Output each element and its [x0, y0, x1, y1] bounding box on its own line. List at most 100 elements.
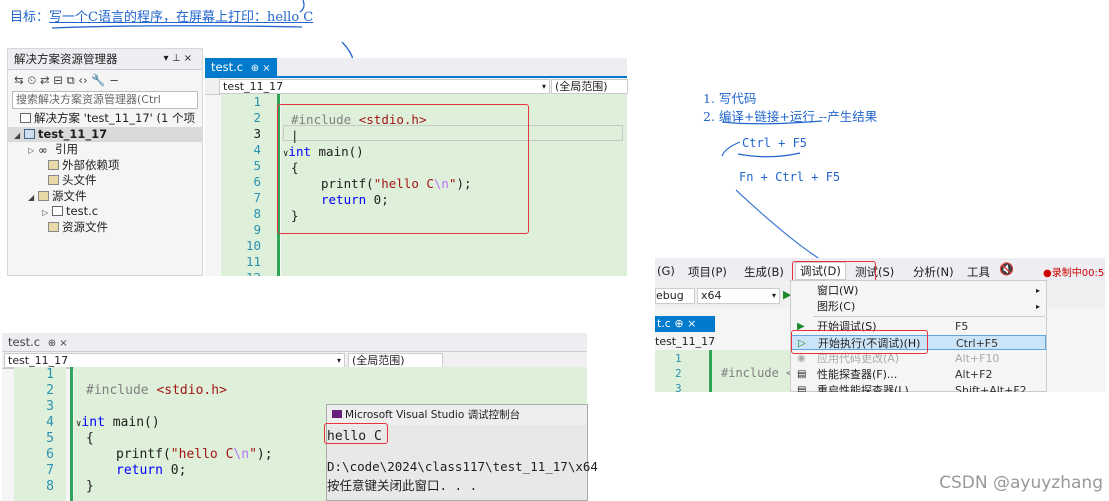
watermark: CSDN @ayuyzhang	[939, 473, 1103, 493]
range-dropdown[interactable]: (全局范围)	[551, 79, 628, 94]
mini-tab[interactable]: t.c ⊕ ×	[655, 316, 715, 332]
collapse-icon[interactable]: ⊟	[53, 73, 63, 87]
line-number: 5	[253, 158, 261, 173]
tree-project[interactable]: ◢ test_11_17	[8, 126, 202, 143]
collapsed-icon[interactable]: ▷	[42, 205, 52, 220]
line-number: 4	[253, 142, 261, 157]
scope-dropdown-2[interactable]: test_11_17 ▾	[4, 353, 345, 368]
line-number: 6	[253, 174, 261, 189]
console-output-highlight	[324, 423, 388, 444]
code-line-main-2: ∨int main()	[76, 415, 160, 430]
step-2: 2. 编译+链接+运行 --产生结果	[703, 109, 878, 124]
menu-build[interactable]: 生成(B)	[744, 264, 784, 280]
code-line-open-brace-2: {	[86, 431, 94, 446]
console-prompt: 按任意键关闭此窗口. . .	[327, 478, 478, 493]
tree-item-source-files[interactable]: ◢ 源文件	[8, 189, 202, 205]
chevron-down-icon: ▾	[336, 356, 341, 365]
goal-label: 目标：	[10, 10, 50, 25]
solution-explorer-controls[interactable]: ▾ ⊥ ×	[164, 49, 192, 69]
tab-test-c-2[interactable]: test.c ⊕ ×	[2, 333, 74, 351]
solution-search-input[interactable]: 搜索解决方案资源管理器(Ctrl	[12, 91, 198, 109]
step-1: 1. 写代码	[703, 91, 757, 106]
line-number: 10	[245, 238, 261, 253]
tab-test-c[interactable]: test.c ⊕ ×	[205, 58, 277, 76]
refresh-icon[interactable]: ⇄	[40, 73, 50, 87]
line-number: 3	[46, 399, 54, 414]
code-line-include-2: #include <stdio.h>	[86, 383, 227, 398]
code-highlight-box	[277, 104, 529, 234]
editor-tabbar: test.c ⊕ ×	[205, 58, 627, 78]
tree-item-header-files[interactable]: 头文件	[8, 173, 202, 189]
tree-item-resource-files[interactable]: 资源文件	[8, 220, 202, 236]
code-icon[interactable]: ‹›	[78, 73, 87, 87]
line-number: 3	[253, 126, 261, 141]
menu-separator	[813, 316, 1045, 317]
start-without-debug-highlight	[791, 330, 928, 354]
expanded-icon[interactable]: ◢	[14, 128, 24, 143]
code-line-printf-2: printf("hello C\n");	[116, 447, 273, 462]
menu-item-performance-profiler[interactable]: ▤ 性能探查器(F)... Alt+F2	[791, 367, 1046, 382]
external-deps-icon	[48, 159, 59, 170]
menu-item-window[interactable]: 窗口(W) ▸	[791, 283, 1046, 298]
console-titlebar[interactable]: Microsoft Visual Studio 调试控制台	[327, 405, 587, 425]
tree-solution[interactable]: 解决方案 'test_11_17' (1 个项	[8, 111, 202, 127]
tab-controls[interactable]: ⊕ ×	[251, 63, 271, 74]
expanded-icon[interactable]: ◢	[28, 190, 38, 205]
menu-analyze[interactable]: 分析(N)	[913, 264, 954, 280]
history-icon[interactable]: ⏲	[27, 73, 36, 87]
line-number: 4	[46, 415, 54, 430]
line-number: 6	[46, 447, 54, 462]
tree-item-test-c[interactable]: ▷ test.c	[8, 204, 202, 220]
line-number: 9	[253, 222, 261, 237]
console-app-icon	[332, 410, 342, 418]
mini-scope: test_11_17	[655, 335, 716, 348]
line-number: 7	[253, 190, 261, 205]
solution-explorer-toolbar: ⇆ ⏲ ⇄ ⊟ ⧉ ‹› 🔧 −	[8, 70, 202, 90]
copy-icon[interactable]: ⧉	[67, 73, 75, 87]
shortcut-ctrl-f5: Ctrl + F5	[742, 136, 808, 150]
goal-text: 目标：写一个C语言的程序，在屏幕上打印：hello C	[10, 6, 313, 25]
references-icon: ∞	[38, 143, 48, 157]
folder-icon	[48, 221, 59, 232]
menu-tools[interactable]: 工具	[967, 264, 990, 280]
editor-navbar: test_11_17 ▾ (全局范围)	[205, 78, 628, 95]
shortcut-fn-ctrl-f5: Fn + Ctrl + F5	[739, 170, 841, 184]
line-number: 1	[46, 367, 54, 382]
goal-description: 写一个C语言的程序，在屏幕上打印：hello C	[49, 10, 314, 25]
console-path: D:\code\2024\class117\test_11_17\x64	[327, 459, 598, 474]
tree-item-references[interactable]: ▷ ∞ 引用	[8, 142, 202, 158]
recording-indicator: ●录制中00:56	[1043, 268, 1105, 279]
wrench-icon[interactable]: 🔧	[91, 73, 105, 87]
debug-menu-screenshot: (G) 项目(P) 生成(B) 调试(D) 测试(S) 分析(N) 工具 🔇 ●…	[655, 258, 1105, 392]
mute-icon: 🔇	[999, 262, 1014, 276]
sync-icon[interactable]: ⇆	[14, 73, 24, 87]
project-icon	[24, 128, 35, 139]
chevron-down-icon: ▾	[541, 82, 546, 91]
menu-item-restart-profiler[interactable]: ▤ 重启性能探查器(L) Shift+Alt+F2	[791, 383, 1046, 392]
range-dropdown-2[interactable]: (全局范围)	[348, 353, 443, 368]
solution-explorer-header: 解决方案资源管理器 ▾ ⊥ ×	[8, 49, 202, 70]
scope-dropdown[interactable]: test_11_17 ▾	[219, 79, 550, 94]
menu-project[interactable]: 项目(P)	[688, 264, 727, 280]
profiler-icon: ▤	[797, 369, 807, 380]
line-number: 2	[253, 110, 261, 125]
menu-g[interactable]: (G)	[657, 264, 675, 278]
pin-icon[interactable]: −	[109, 73, 119, 87]
mini-code-line: #include <s	[721, 366, 801, 380]
code-line-close-brace-2: }	[86, 479, 94, 494]
tree-item-external-deps[interactable]: 外部依赖项	[8, 158, 202, 174]
solution-icon	[20, 113, 31, 123]
folder-icon	[38, 190, 49, 201]
platform-dropdown[interactable]: x64 ▾	[697, 288, 780, 304]
line-number: 7	[46, 463, 54, 478]
code-editor-main: test.c ⊕ × test_11_17 ▾ (全局范围) 1 2 3 4 5 …	[205, 58, 628, 276]
solution-explorer: 解决方案资源管理器 ▾ ⊥ × ⇆ ⏲ ⇄ ⊟ ⧉ ‹› 🔧 − 搜索解决方案资…	[7, 48, 203, 276]
line-number: 1	[253, 94, 261, 109]
collapsed-icon[interactable]: ▷	[28, 143, 38, 158]
code-line-return-2: return 0;	[116, 463, 187, 478]
line-number: 8	[46, 479, 54, 494]
menu-item-graphics[interactable]: 图形(C) ▸	[791, 299, 1046, 314]
profiler-icon: ▤	[797, 385, 807, 392]
line-number: 5	[46, 431, 54, 446]
config-dropdown[interactable]: ebug	[655, 288, 695, 304]
